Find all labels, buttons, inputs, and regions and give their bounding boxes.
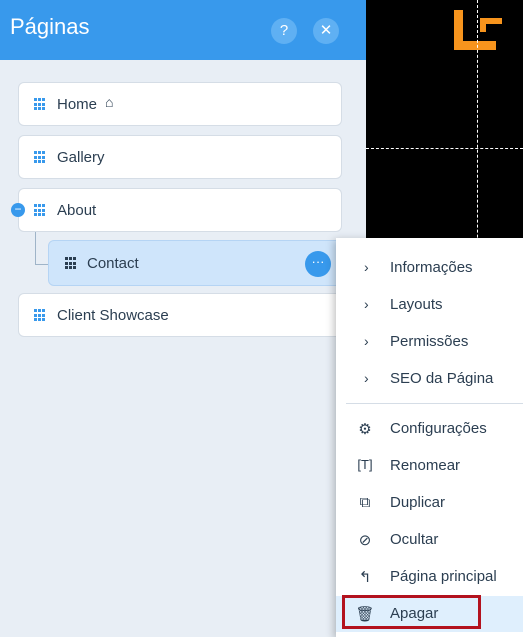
chevron-right-icon: ›: [364, 296, 369, 312]
menu-item-label: SEO da Página: [390, 370, 494, 387]
drag-handle-icon[interactable]: [65, 257, 76, 270]
page-label: About: [57, 202, 97, 219]
site-logo-part: [480, 18, 502, 32]
help-button[interactable]: ?: [271, 18, 297, 44]
menu-item-label: Layouts: [390, 296, 443, 313]
menu-item-label: Página principal: [390, 568, 497, 585]
pages-panel: Páginas ? ✕ Home ⌂ Gallery About − Conta…: [0, 0, 367, 637]
menu-item-label: Informações: [390, 259, 473, 276]
return-arrow-icon: ↰: [358, 569, 372, 586]
menu-item-label: Duplicar: [390, 494, 446, 511]
page-item-about[interactable]: About: [18, 188, 342, 232]
page-context-menu: › Informações › Layouts › Permissões › S…: [336, 238, 523, 637]
page-label: Client Showcase: [57, 307, 169, 324]
menu-item-duplicar[interactable]: ⧉ Duplicar: [336, 485, 523, 521]
chevron-right-icon: ›: [364, 370, 369, 386]
page-label: Home: [57, 96, 98, 113]
close-button[interactable]: ✕: [313, 18, 339, 44]
apagar-highlight-box: [342, 595, 481, 629]
menu-item-seo[interactable]: › SEO da Página: [336, 361, 523, 397]
collapse-button[interactable]: −: [11, 203, 25, 217]
drag-handle-icon[interactable]: [34, 151, 45, 164]
menu-item-configuracoes[interactable]: ⚙ Configurações: [336, 411, 523, 447]
menu-item-permissoes[interactable]: › Permissões: [336, 324, 523, 360]
tree-line: [35, 264, 48, 265]
menu-item-label: Permissões: [390, 333, 469, 350]
menu-item-label: Renomear: [390, 457, 461, 474]
menu-item-ocultar[interactable]: ⊘ Ocultar: [336, 522, 523, 558]
drag-handle-icon[interactable]: [34, 309, 45, 322]
guide-line-horizontal: [366, 148, 523, 149]
menu-item-layouts[interactable]: › Layouts: [336, 287, 523, 323]
menu-divider: [346, 403, 523, 404]
drag-handle-icon[interactable]: [34, 98, 45, 111]
chevron-right-icon: ›: [364, 333, 369, 349]
page-item-gallery[interactable]: Gallery: [18, 135, 342, 179]
rename-icon: [T]: [357, 457, 373, 472]
panel-header: Páginas ? ✕: [0, 0, 366, 60]
menu-item-pagina-principal[interactable]: ↰ Página principal: [336, 559, 523, 595]
drag-handle-icon[interactable]: [34, 204, 45, 217]
home-icon: ⌂: [105, 94, 114, 110]
menu-item-label: Configurações: [390, 420, 487, 437]
panel-title: Páginas: [10, 14, 90, 39]
page-item-contact[interactable]: Contact: [48, 240, 342, 286]
page-item-client-showcase[interactable]: Client Showcase: [18, 293, 342, 337]
page-label: Gallery: [57, 149, 105, 166]
more-actions-button[interactable]: ···: [305, 251, 331, 277]
menu-item-label: Ocultar: [390, 531, 439, 548]
gear-icon: ⚙: [358, 421, 372, 438]
tree-line: [35, 232, 36, 265]
hide-eye-icon: ⊘: [358, 532, 372, 549]
duplicate-icon: ⧉: [359, 494, 371, 511]
chevron-right-icon: ›: [364, 259, 369, 275]
menu-item-renomear[interactable]: [T] Renomear: [336, 448, 523, 484]
page-label: Contact: [87, 255, 139, 272]
page-item-home[interactable]: Home ⌂: [18, 82, 342, 126]
menu-item-informacoes[interactable]: › Informações: [336, 250, 523, 286]
